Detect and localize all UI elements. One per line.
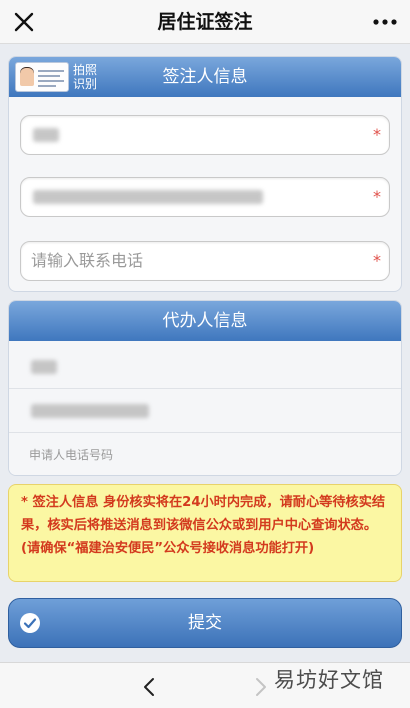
- required-mark: *: [373, 125, 381, 144]
- signer-phone-field[interactable]: 请输入联系电话 *: [20, 241, 390, 281]
- redacted-id-number: [33, 190, 263, 204]
- verification-notice: * 签注人信息 身份核实将在24小时内完成，请耐心等待核实结果，核实后将推送消息…: [8, 484, 402, 582]
- signer-info-card: 拍照识别 签注人信息 * * 请输入联系电话 *: [8, 56, 402, 292]
- check-circle-icon: [20, 613, 40, 633]
- top-navigation-bar: 居住证签注: [0, 0, 410, 44]
- phone-placeholder: 请输入联系电话: [31, 251, 144, 270]
- agent-info-card: 代办人信息 申请人电话号码: [8, 300, 402, 476]
- signer-id-number-field[interactable]: *: [20, 177, 390, 217]
- id-card-icon: [15, 62, 69, 92]
- redacted-agent-id: [31, 404, 149, 418]
- required-mark: *: [373, 251, 381, 270]
- agent-info-header: 代办人信息: [9, 301, 401, 341]
- submit-button[interactable]: 提交: [8, 598, 402, 648]
- page-title: 居住证签注: [157, 11, 253, 33]
- agent-name-row[interactable]: [9, 345, 401, 389]
- agent-id-row[interactable]: [9, 389, 401, 433]
- applicant-phone-row[interactable]: 申请人电话号码: [9, 433, 401, 475]
- signer-info-header: 拍照识别 签注人信息: [9, 57, 401, 97]
- submit-label: 提交: [188, 613, 222, 633]
- more-icon[interactable]: [372, 18, 398, 26]
- watermark-text: 易坊好文馆: [274, 668, 384, 692]
- signer-info-title: 签注人信息: [162, 67, 248, 87]
- redacted-name: [33, 128, 59, 142]
- chevron-left-icon[interactable]: [140, 677, 158, 697]
- agent-info-title: 代办人信息: [162, 311, 248, 331]
- required-mark: *: [373, 187, 381, 206]
- photo-recognition-button[interactable]: 拍照识别: [15, 61, 107, 93]
- applicant-phone-hint: 申请人电话号码: [29, 448, 114, 462]
- chevron-right-icon[interactable]: [252, 677, 270, 697]
- photo-recognition-label: 拍照识别: [73, 63, 98, 91]
- signer-name-field[interactable]: *: [20, 115, 390, 155]
- redacted-agent-name: [31, 360, 57, 374]
